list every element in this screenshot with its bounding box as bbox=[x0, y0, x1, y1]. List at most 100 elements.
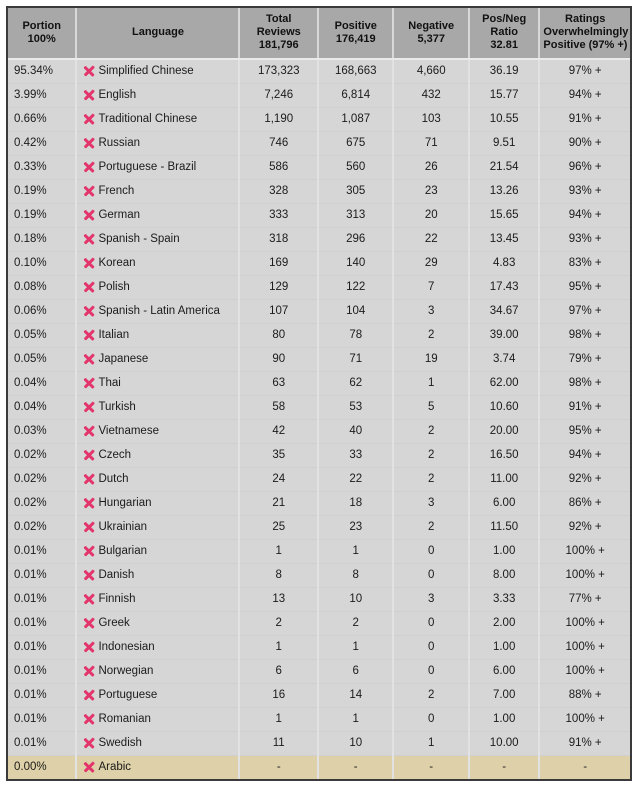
cell-positive: 1 bbox=[317, 539, 395, 564]
cell-ratings: 88% + bbox=[539, 683, 630, 708]
table-row[interactable]: 0.18% Spanish - Spain 318 296 22 13.45 93% + bbox=[8, 227, 630, 252]
table-row[interactable]: 0.01% Swedish 11 10 1 10.00 91% + bbox=[8, 731, 630, 756]
language-cell-content: Portuguese - Brazil bbox=[83, 161, 232, 173]
cell-portion: 0.05% bbox=[8, 347, 78, 372]
table-row[interactable]: 0.33% Portuguese - Brazil 586 560 26 21.54 96%… bbox=[8, 155, 630, 180]
cell-pos-neg-ratio: 10.00 bbox=[468, 731, 541, 756]
column-header-total-reviews[interactable]: Total Reviews 181,796 bbox=[239, 8, 319, 60]
cell-portion: 3.99% bbox=[8, 83, 78, 108]
cell-total-reviews: 7,246 bbox=[239, 83, 319, 108]
cell-language: Swedish bbox=[76, 731, 241, 756]
cell-positive: 78 bbox=[317, 323, 395, 348]
table-row[interactable]: 0.00% Arabic - - - - - bbox=[8, 755, 630, 779]
cell-language: Romanian bbox=[76, 707, 241, 732]
table-row[interactable]: 0.02% Czech 35 33 2 16.50 94% + bbox=[8, 443, 630, 468]
cell-positive: 140 bbox=[317, 251, 395, 276]
language-cell-content: Portuguese bbox=[83, 689, 232, 701]
cell-pos-neg-ratio: 6.00 bbox=[468, 659, 541, 684]
cell-portion: 0.19% bbox=[8, 203, 78, 228]
table-row[interactable]: 0.01% Norwegian 6 6 0 6.00 100% + bbox=[8, 659, 630, 684]
column-header-positive[interactable]: Positive 176,419 bbox=[317, 8, 395, 60]
table-row[interactable]: 0.08% Polish 129 122 7 17.43 95% + bbox=[8, 275, 630, 300]
column-header-line: 100% bbox=[27, 32, 56, 45]
cell-portion: 0.02% bbox=[8, 443, 78, 468]
column-header-pos-neg-ratio[interactable]: Pos/Neg Ratio 32.81 bbox=[468, 8, 541, 60]
cell-portion: 0.10% bbox=[8, 251, 78, 276]
table-row[interactable]: 0.02% Ukrainian 25 23 2 11.50 92% + bbox=[8, 515, 630, 540]
cell-negative: 22 bbox=[393, 227, 470, 252]
column-header-portion[interactable]: Portion 100% bbox=[8, 8, 78, 60]
table-row[interactable]: 0.06% Spanish - Latin America 107 104 3 34.67… bbox=[8, 299, 630, 324]
table-row[interactable]: 0.02% Hungarian 21 18 3 6.00 86% + bbox=[8, 491, 630, 516]
x-mark-icon bbox=[83, 618, 94, 629]
x-mark-icon bbox=[83, 714, 94, 725]
table-row[interactable]: 0.19% German 333 313 20 15.65 94% + bbox=[8, 203, 630, 228]
table-row[interactable]: 0.19% French 328 305 23 13.26 93% + bbox=[8, 179, 630, 204]
table-row[interactable]: 0.01% Danish 8 8 0 8.00 100% + bbox=[8, 563, 630, 588]
language-label: Finnish bbox=[98, 593, 136, 605]
language-stats-table-container: Portion 100% Language Total Reviews 181,796 Po… bbox=[6, 6, 632, 781]
cell-pos-neg-ratio: 13.45 bbox=[468, 227, 541, 252]
x-mark-icon bbox=[83, 234, 94, 245]
header-row: Portion 100% Language Total Reviews 181,796 Po… bbox=[8, 8, 630, 60]
language-label: Russian bbox=[98, 137, 140, 149]
cell-pos-neg-ratio: 20.00 bbox=[468, 419, 541, 444]
table-row[interactable]: 0.01% Portuguese 16 14 2 7.00 88% + bbox=[8, 683, 630, 708]
cell-negative: 0 bbox=[393, 611, 470, 636]
table-row[interactable]: 0.42% Russian 746 675 71 9.51 90% + bbox=[8, 131, 630, 156]
table-row[interactable]: 0.03% Vietnamese 42 40 2 20.00 95% + bbox=[8, 419, 630, 444]
column-header-negative[interactable]: Negative 5,377 bbox=[393, 8, 470, 60]
cell-pos-neg-ratio: 10.60 bbox=[468, 395, 541, 420]
cell-negative: 1 bbox=[393, 731, 470, 756]
table-row[interactable]: 0.10% Korean 169 140 29 4.83 83% + bbox=[8, 251, 630, 276]
cell-positive: 168,663 bbox=[317, 59, 395, 84]
table-row[interactable]: 0.01% Bulgarian 1 1 0 1.00 100% + bbox=[8, 539, 630, 564]
cell-portion: 0.06% bbox=[8, 299, 78, 324]
cell-total-reviews: 8 bbox=[239, 563, 319, 588]
cell-portion: 0.02% bbox=[8, 467, 78, 492]
table-row[interactable]: 0.04% Turkish 58 53 5 10.60 91% + bbox=[8, 395, 630, 420]
cell-language: Indonesian bbox=[76, 635, 241, 660]
language-cell-content: English bbox=[83, 89, 232, 101]
table-row[interactable]: 95.34% Simplified Chinese 173,323 168,663 4,… bbox=[8, 59, 630, 84]
table-row[interactable]: 0.01% Indonesian 1 1 0 1.00 100% + bbox=[8, 635, 630, 660]
table-row[interactable]: 0.05% Japanese 90 71 19 3.74 79% + bbox=[8, 347, 630, 372]
language-label: Hungarian bbox=[98, 497, 152, 509]
column-header-line: 5,377 bbox=[417, 32, 445, 45]
cell-ratings: 90% + bbox=[539, 131, 630, 156]
cell-language: Portuguese - Brazil bbox=[76, 155, 241, 180]
table-row[interactable]: 0.05% Italian 80 78 2 39.00 98% + bbox=[8, 323, 630, 348]
column-header-line: Ratings bbox=[565, 13, 606, 25]
cell-pos-neg-ratio: 1.00 bbox=[468, 635, 541, 660]
language-label: Japanese bbox=[98, 353, 149, 365]
cell-positive: 14 bbox=[317, 683, 395, 708]
cell-negative: 0 bbox=[393, 539, 470, 564]
table-row[interactable]: 0.66% Traditional Chinese 1,190 1,087 103 10.… bbox=[8, 107, 630, 132]
x-mark-icon bbox=[83, 738, 94, 749]
language-label: Czech bbox=[98, 449, 132, 461]
table-row[interactable]: 0.02% Dutch 24 22 2 11.00 92% + bbox=[8, 467, 630, 492]
cell-positive: 10 bbox=[317, 731, 395, 756]
table-row[interactable]: 0.01% Greek 2 2 0 2.00 100% + bbox=[8, 611, 630, 636]
cell-total-reviews: 21 bbox=[239, 491, 319, 516]
language-label: Portuguese - Brazil bbox=[98, 161, 197, 173]
table-row[interactable]: 0.04% Thai 63 62 1 62.00 98% + bbox=[8, 371, 630, 396]
cell-ratings: 100% + bbox=[539, 611, 630, 636]
cell-pos-neg-ratio: 9.51 bbox=[468, 131, 541, 156]
cell-total-reviews: 2 bbox=[239, 611, 319, 636]
cell-positive: 6 bbox=[317, 659, 395, 684]
table-row[interactable]: 3.99% English 7,246 6,814 432 15.77 94% + bbox=[8, 83, 630, 108]
language-label: English bbox=[98, 89, 137, 101]
language-label: Ukrainian bbox=[98, 521, 148, 533]
column-header-ratings[interactable]: Ratings Overwhelmingly Positive (97% +) bbox=[539, 8, 630, 60]
cell-negative: 2 bbox=[393, 515, 470, 540]
cell-ratings: 95% + bbox=[539, 275, 630, 300]
column-header-language[interactable]: Language bbox=[76, 8, 241, 60]
x-mark-icon bbox=[83, 762, 94, 773]
language-label: Danish bbox=[98, 569, 135, 581]
table-row[interactable]: 0.01% Romanian 1 1 0 1.00 100% + bbox=[8, 707, 630, 732]
cell-ratings: 77% + bbox=[539, 587, 630, 612]
cell-positive: 40 bbox=[317, 419, 395, 444]
cell-total-reviews: 35 bbox=[239, 443, 319, 468]
table-row[interactable]: 0.01% Finnish 13 10 3 3.33 77% + bbox=[8, 587, 630, 612]
